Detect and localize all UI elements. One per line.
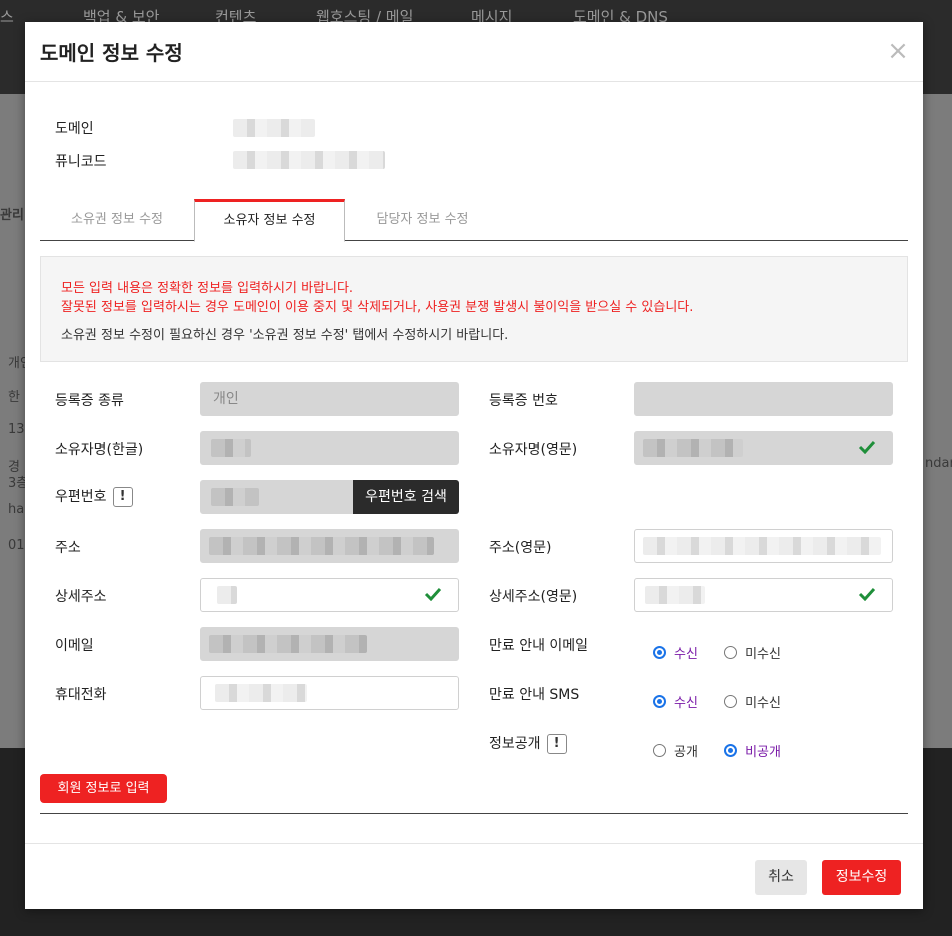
modal-title: 도메인 정보 수정 bbox=[40, 41, 183, 65]
owner-kr-field bbox=[200, 431, 459, 465]
owner-kr-label: 소유자명(한글) bbox=[55, 442, 144, 458]
radio-dot bbox=[653, 695, 666, 708]
check-icon bbox=[858, 440, 876, 454]
reg-number-field bbox=[634, 382, 893, 416]
expire-email-label: 만료 안내 이메일 bbox=[489, 638, 589, 654]
divider bbox=[25, 81, 923, 82]
close-icon[interactable]: × bbox=[887, 38, 909, 64]
address-en-field[interactable] bbox=[634, 529, 893, 563]
address-label: 주소 bbox=[55, 540, 81, 556]
divider bbox=[40, 813, 908, 814]
info-public-radio-group: 공개 비공개 bbox=[653, 741, 803, 761]
expire-sms-receive-radio[interactable]: 수신 bbox=[653, 692, 698, 711]
zip-label: 우편번호! bbox=[55, 486, 133, 507]
owner-en-field bbox=[634, 431, 893, 465]
detail-address-field[interactable] bbox=[200, 578, 459, 612]
value-redacted bbox=[643, 537, 881, 555]
radio-dot bbox=[653, 744, 666, 757]
address-en-label: 주소(영문) bbox=[489, 540, 552, 556]
zip-field bbox=[200, 480, 355, 514]
expire-sms-label: 만료 안내 SMS bbox=[489, 687, 580, 703]
radio-label: 미수신 bbox=[745, 647, 781, 662]
domain-value-redacted bbox=[233, 119, 315, 137]
bg-fragment: 한 bbox=[8, 390, 20, 405]
info-public-label-text: 정보공개 bbox=[489, 736, 541, 752]
edit-domain-modal: 도메인 정보 수정 × 도메인 퓨니코드 소유권 정보 수정 소유자 정보 수정… bbox=[25, 22, 923, 909]
reg-type-label: 등록증 종류 bbox=[55, 393, 124, 409]
bg-fragment: 13 bbox=[8, 422, 25, 437]
zip-label-text: 우편번호 bbox=[55, 489, 107, 505]
bg-fragment: 01 bbox=[8, 538, 25, 553]
submit-button[interactable]: 정보수정 bbox=[822, 860, 901, 895]
expire-email-receive-radio[interactable]: 수신 bbox=[653, 643, 698, 662]
radio-label: 공개 bbox=[674, 745, 698, 760]
phone-label: 휴대전화 bbox=[55, 687, 107, 703]
radio-dot bbox=[653, 646, 666, 659]
expire-sms-reject-radio[interactable]: 미수신 bbox=[724, 692, 781, 711]
radio-dot bbox=[724, 695, 738, 708]
radio-label: 비공개 bbox=[745, 745, 781, 760]
radio-dot bbox=[724, 744, 738, 757]
detail-address-en-field[interactable] bbox=[634, 578, 893, 612]
reg-number-label: 등록증 번호 bbox=[489, 393, 558, 409]
nav-item: 스 bbox=[0, 8, 14, 26]
cancel-button[interactable]: 취소 bbox=[755, 860, 807, 895]
tab-bar: 소유권 정보 수정 소유자 정보 수정 담당자 정보 수정 bbox=[40, 199, 908, 242]
value-redacted bbox=[645, 586, 705, 604]
value-redacted bbox=[211, 488, 259, 506]
email-field bbox=[200, 627, 459, 661]
notice-box: 모든 입력 내용은 정확한 정보를 입력하시기 바랍니다. 잘못된 정보를 입력… bbox=[40, 256, 908, 362]
value-redacted bbox=[215, 684, 307, 702]
value-redacted bbox=[643, 439, 743, 457]
info-private-radio[interactable]: 비공개 bbox=[724, 741, 781, 760]
check-icon bbox=[424, 587, 442, 601]
expire-email-reject-radio[interactable]: 미수신 bbox=[724, 643, 781, 662]
warning-icon[interactable]: ! bbox=[112, 487, 133, 507]
check-icon bbox=[858, 587, 876, 601]
value-redacted bbox=[211, 439, 251, 457]
value-redacted bbox=[209, 635, 367, 653]
info-public-radio[interactable]: 공개 bbox=[653, 741, 698, 760]
notice-line: 잘못된 정보를 입력하시는 경우 도메인이 이용 중지 및 삭제되거나, 사용권… bbox=[61, 300, 694, 315]
radio-dot bbox=[724, 646, 738, 659]
divider bbox=[25, 843, 923, 844]
address-field bbox=[200, 529, 459, 563]
reg-type-field: 개인 bbox=[200, 382, 459, 416]
owner-en-label: 소유자명(영문) bbox=[489, 442, 578, 458]
radio-label: 미수신 bbox=[745, 696, 781, 711]
punycode-value-redacted bbox=[233, 151, 385, 169]
notice-line: 모든 입력 내용은 정확한 정보를 입력하시기 바랍니다. bbox=[61, 281, 354, 296]
detail-address-label: 상세주소 bbox=[55, 589, 107, 605]
domain-label: 도메인 bbox=[55, 121, 94, 137]
email-label: 이메일 bbox=[55, 638, 94, 654]
fill-member-info-button[interactable]: 회원 정보로 입력 bbox=[40, 774, 167, 803]
radio-label: 수신 bbox=[674, 647, 698, 662]
detail-address-en-label: 상세주소(영문) bbox=[489, 589, 578, 605]
bg-fragment: ndar bbox=[925, 456, 952, 471]
zip-search-button[interactable]: 우편번호 검색 bbox=[353, 480, 459, 514]
info-public-label: 정보공개! bbox=[489, 733, 567, 754]
value-redacted bbox=[217, 586, 237, 604]
punycode-label: 퓨니코드 bbox=[55, 154, 107, 170]
tab-owner-info[interactable]: 소유자 정보 수정 bbox=[194, 199, 345, 242]
expire-email-radio-group: 수신 미수신 bbox=[653, 643, 803, 663]
radio-label: 수신 bbox=[674, 696, 698, 711]
bg-fragment: 관리 bbox=[0, 208, 24, 223]
warning-icon[interactable]: ! bbox=[546, 734, 567, 754]
phone-field[interactable] bbox=[200, 676, 459, 710]
bg-fragment: ha bbox=[8, 502, 25, 517]
notice-line: 소유권 정보 수정이 필요하신 경우 '소유권 정보 수정' 탭에서 수정하시기… bbox=[61, 328, 509, 343]
tab-contact-info[interactable]: 담당자 정보 수정 bbox=[345, 199, 500, 241]
tab-ownership[interactable]: 소유권 정보 수정 bbox=[40, 199, 194, 241]
value-redacted bbox=[209, 537, 434, 555]
expire-sms-radio-group: 수신 미수신 bbox=[653, 692, 803, 712]
